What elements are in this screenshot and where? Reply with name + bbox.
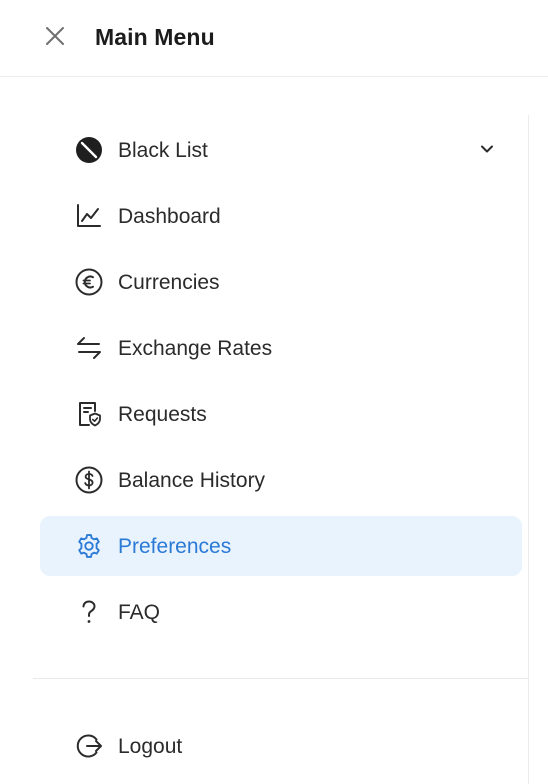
menu-item-label: Black List [118, 139, 208, 162]
line-chart-icon [74, 201, 104, 231]
menu-item-currencies[interactable]: Currencies [40, 252, 522, 312]
logout-icon [74, 731, 104, 761]
footer-divider [33, 678, 528, 679]
menu-item-label: Currencies [118, 271, 220, 294]
close-button[interactable] [40, 21, 70, 51]
menu-item-exchange-rates[interactable]: Exchange Rates [40, 318, 522, 378]
logout-button[interactable]: Logout [40, 716, 522, 776]
menu-item-requests[interactable]: Requests [40, 384, 522, 444]
main-menu-panel: Main Menu Black List Dashboard Currencie… [0, 0, 548, 784]
exchange-arrows-icon [74, 333, 104, 363]
menu-item-label: Balance History [118, 469, 266, 492]
menu-list: Black List Dashboard Currencies Exchange… [40, 120, 522, 648]
gear-icon [74, 531, 104, 561]
menu-item-label: Exchange Rates [118, 337, 273, 360]
dollar-circle-icon [74, 465, 104, 495]
question-icon [74, 597, 104, 627]
euro-icon [74, 267, 104, 297]
menu-item-label: Requests [118, 403, 207, 426]
menu-item-faq[interactable]: FAQ [40, 582, 522, 642]
scroll-divider [528, 115, 529, 784]
menu-item-dashboard[interactable]: Dashboard [40, 186, 522, 246]
block-icon [74, 135, 104, 165]
chevron-down-icon[interactable] [476, 138, 498, 160]
close-icon [44, 25, 66, 47]
page-title: Main Menu [95, 24, 215, 50]
menu-item-label: Preferences [118, 535, 232, 558]
menu-item-preferences[interactable]: Preferences [40, 516, 522, 576]
document-shield-icon [74, 399, 104, 429]
menu-item-label: Dashboard [118, 205, 221, 228]
menu-item-label: FAQ [118, 601, 161, 624]
menu-item-balance-history[interactable]: Balance History [40, 450, 522, 510]
menu-header: Main Menu [0, 0, 548, 77]
logout-label: Logout [118, 735, 183, 758]
menu-item-black-list[interactable]: Black List [40, 120, 522, 180]
